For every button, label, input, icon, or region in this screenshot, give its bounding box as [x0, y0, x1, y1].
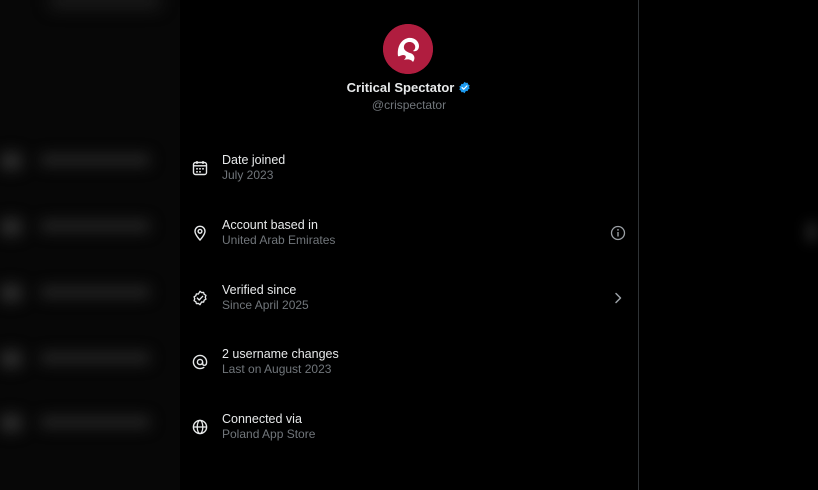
lion-logo-icon	[383, 24, 433, 74]
about-row-connected-via: Connected via Poland App Store	[180, 412, 638, 458]
row-value: Poland App Store	[222, 427, 316, 441]
chevron-right-icon[interactable]	[610, 290, 626, 306]
globe-icon	[192, 419, 208, 435]
blurred-content	[50, 0, 160, 8]
display-name: Critical Spectator	[346, 80, 455, 95]
row-value: United Arab Emirates	[222, 233, 336, 247]
about-row-account-based-in: Account based in United Arab Emirates	[180, 218, 638, 264]
blurred-nav-item	[0, 348, 180, 370]
right-sidebar	[638, 0, 818, 490]
display-name-row: Critical Spectator	[180, 80, 638, 95]
row-title: Connected via	[222, 412, 302, 426]
about-account-panel: Critical Spectator @crispectator Date jo…	[180, 0, 638, 490]
row-title: 2 username changes	[222, 347, 339, 361]
blurred-nav-item	[0, 282, 180, 304]
at-sign-icon	[192, 354, 208, 370]
blurred-nav-item	[0, 412, 180, 434]
blurred-nav-item	[0, 216, 180, 238]
blurred-content	[805, 222, 818, 242]
about-row-username-changes: 2 username changes Last on August 2023	[180, 347, 638, 393]
row-title: Date joined	[222, 153, 286, 167]
verified-check-icon	[192, 290, 208, 306]
info-icon[interactable]	[610, 225, 626, 241]
about-row-verified-since[interactable]: Verified since Since April 2025	[180, 283, 638, 329]
row-title: Account based in	[222, 218, 318, 232]
avatar[interactable]	[383, 24, 433, 74]
row-value: July 2023	[222, 168, 274, 182]
blurred-nav-item	[0, 150, 180, 172]
about-row-date-joined: Date joined July 2023	[180, 153, 638, 199]
calendar-icon	[192, 160, 208, 176]
row-title: Verified since	[222, 283, 297, 297]
verified-badge-icon	[459, 81, 470, 94]
left-sidebar-blurred	[0, 0, 180, 490]
location-pin-icon	[192, 225, 208, 241]
row-value: Last on August 2023	[222, 362, 332, 376]
row-value: Since April 2025	[222, 298, 309, 312]
username-handle: @crispectator	[371, 98, 447, 112]
